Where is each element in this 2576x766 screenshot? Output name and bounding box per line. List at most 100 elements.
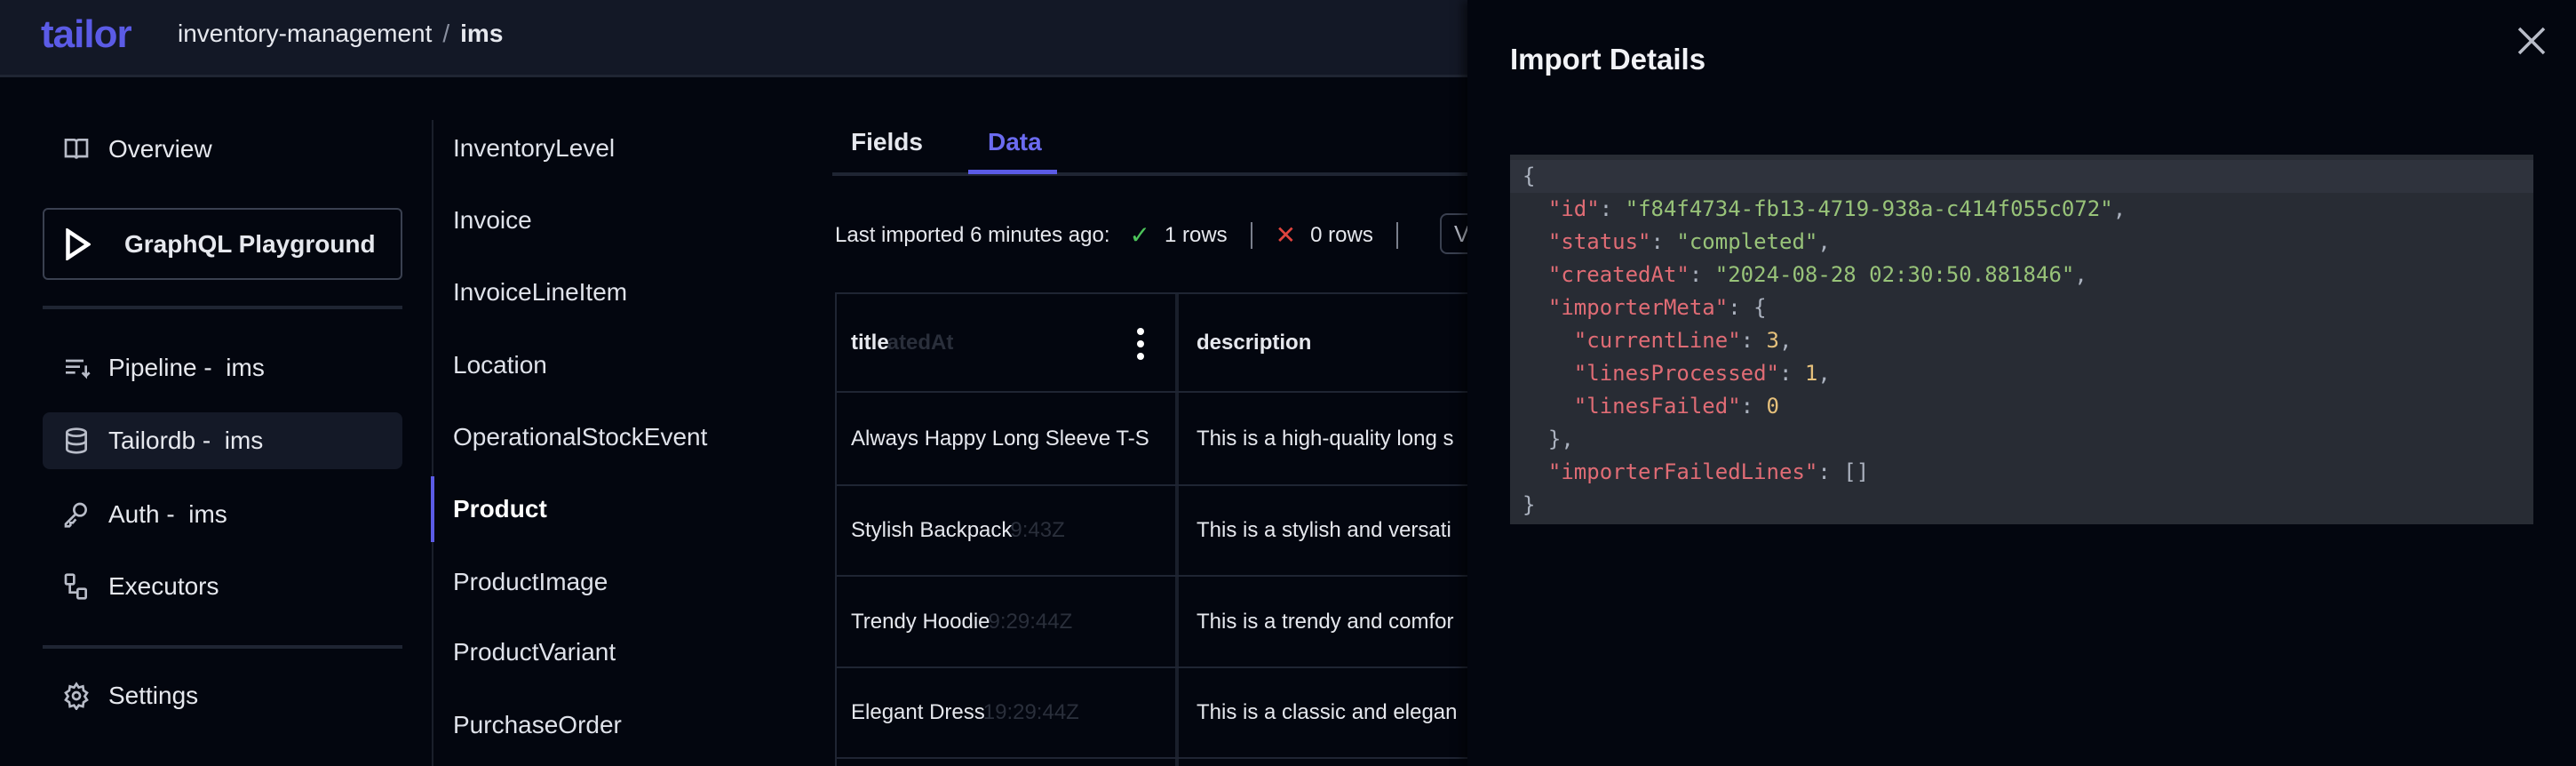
type-item-selected[interactable]: Product bbox=[453, 495, 547, 523]
breadcrumb-app[interactable]: ims bbox=[460, 20, 503, 47]
column-header-title[interactable]: title atedAt bbox=[837, 294, 1179, 391]
graphql-playground-button[interactable]: GraphQL Playground bbox=[43, 208, 402, 280]
cell-title: Always Happy Long Sleeve T-S bbox=[837, 393, 1179, 484]
cell-text: Elegant Dress bbox=[851, 700, 985, 724]
import-status-text: Last imported 6 minutes ago: bbox=[835, 222, 1110, 247]
sidebar-item-executors[interactable]: Executors bbox=[43, 558, 402, 615]
table-row[interactable]: Stylish Backpack 9:43Z This is a stylish … bbox=[837, 486, 1467, 577]
tailor-logo[interactable]: tailor bbox=[41, 12, 132, 57]
type-item[interactable]: ProductVariant bbox=[453, 638, 616, 666]
json-key: "id" bbox=[1547, 196, 1600, 221]
failed-count: 0 rows bbox=[1310, 222, 1373, 247]
ghost-text: 9:43Z bbox=[1010, 518, 1065, 542]
json-value: 3 bbox=[1766, 328, 1779, 353]
sidebar-item-label: Pipeline - ims bbox=[108, 354, 265, 381]
json-value: completed bbox=[1689, 229, 1805, 254]
type-item[interactable]: OperationalStockEvent bbox=[453, 423, 707, 451]
close-icon[interactable] bbox=[2514, 23, 2549, 59]
code-line: "status": "completed", bbox=[1547, 229, 1831, 254]
sidebar-item-label: Settings bbox=[108, 682, 199, 709]
ghost-text: atedAt bbox=[886, 330, 954, 355]
table-row[interactable]: Always Happy Long Sleeve T-S This is a h… bbox=[837, 393, 1467, 486]
json-key: "currentLine" bbox=[1573, 328, 1741, 353]
code-line: "createdAt": "2024-08-28 02:30:50.881846… bbox=[1547, 262, 2087, 287]
ghost-text: 19:29:44Z bbox=[982, 700, 1079, 724]
sidebar-item-settings[interactable]: Settings bbox=[43, 667, 402, 724]
column-header-description[interactable]: description bbox=[1182, 294, 1467, 391]
json-key: "createdAt" bbox=[1547, 262, 1690, 287]
sidebar-divider bbox=[43, 306, 402, 309]
panel-title: Import Details bbox=[1510, 43, 1706, 76]
pipeline-icon bbox=[66, 359, 91, 379]
type-list-border bbox=[432, 120, 433, 766]
json-value: [] bbox=[1843, 459, 1870, 484]
database-icon bbox=[66, 427, 87, 454]
view-button[interactable]: V bbox=[1440, 213, 1467, 254]
play-icon bbox=[66, 227, 91, 260]
type-item[interactable]: InventoryLevel bbox=[453, 134, 615, 163]
json-value: 2024-08-28 02:30:50.881846 bbox=[1728, 262, 2062, 287]
cell-title: Trendy Hoodie 9:29:44Z bbox=[837, 577, 1179, 666]
table-header-row: title atedAt description bbox=[837, 294, 1467, 393]
sidebar-item-label: Auth - ims bbox=[108, 500, 227, 528]
json-viewer: { "id": "f84f4734-fb13-4719-938a-c414f05… bbox=[1510, 155, 2533, 524]
type-item[interactable]: InvoiceLineItem bbox=[453, 278, 627, 307]
json-value: 0 bbox=[1766, 394, 1779, 419]
sidebar-item-overview[interactable]: Overview bbox=[43, 121, 402, 178]
sidebar-item-pipeline[interactable]: Pipeline - ims bbox=[43, 339, 402, 396]
table-row[interactable]: Elegant Dress 19:29:44Z This is a classic… bbox=[837, 668, 1467, 759]
type-item[interactable]: ProductImage bbox=[453, 568, 608, 596]
success-count: 1 rows bbox=[1164, 222, 1228, 247]
code-line: "linesFailed": 0 bbox=[1573, 394, 1779, 419]
table-row[interactable] bbox=[837, 759, 1467, 766]
code-line: } bbox=[1523, 492, 1536, 517]
code-line: "linesProcessed": 1, bbox=[1573, 361, 1831, 386]
breadcrumb-separator: / bbox=[442, 20, 450, 47]
json-key: "importerFailedLines" bbox=[1547, 459, 1818, 484]
code-line: "id": "f84f4734-fb13-4719-938a-c414f055c… bbox=[1547, 196, 2127, 221]
table-row[interactable]: Trendy Hoodie 9:29:44Z This is a trendy a… bbox=[837, 577, 1467, 668]
separator bbox=[1395, 221, 1398, 249]
sidebar-item-label: Overview bbox=[108, 135, 212, 163]
json-key: "status" bbox=[1547, 229, 1651, 254]
import-status: Last imported 6 minutes ago: ✓ 1 rows ✕ … bbox=[835, 220, 1421, 250]
cell-title: Stylish Backpack 9:43Z bbox=[837, 486, 1179, 575]
breadcrumb-workspace[interactable]: inventory-management bbox=[178, 20, 432, 47]
tab-data[interactable]: Data bbox=[988, 128, 1042, 156]
executors-icon bbox=[64, 573, 87, 600]
column-menu-icon[interactable] bbox=[1137, 328, 1146, 365]
sidebar-divider bbox=[43, 645, 402, 649]
code-line: "importerMeta": { bbox=[1547, 295, 1767, 320]
data-table: title atedAt description Always Happy Lon… bbox=[835, 292, 1467, 766]
code-line: "importerFailedLines": [] bbox=[1547, 459, 1870, 484]
cell-text: Stylish Backpack bbox=[851, 518, 1013, 542]
sidebar-item-label: Executors bbox=[108, 572, 219, 600]
ghost-text: 9:29:44Z bbox=[988, 609, 1073, 634]
cell-description: This is a trendy and comfor bbox=[1197, 609, 1454, 634]
code-line: "currentLine": 3, bbox=[1573, 328, 1793, 353]
header-label: title bbox=[851, 330, 889, 355]
x-icon: ✕ bbox=[1275, 221, 1297, 249]
selected-type-indicator bbox=[431, 476, 434, 542]
sidebar-item-label: Tailordb - ims bbox=[108, 427, 264, 454]
cell-text: Always Happy Long Sleeve T-S bbox=[851, 426, 1149, 451]
json-value: f84f4734-fb13-4719-938a-c414f055c072 bbox=[1638, 196, 2101, 221]
key-icon bbox=[64, 502, 87, 528]
json-key: "linesFailed" bbox=[1573, 394, 1741, 419]
type-item[interactable]: PurchaseOrder bbox=[453, 711, 622, 739]
type-item[interactable]: Location bbox=[453, 351, 547, 379]
sidebar-item-auth[interactable]: Auth - ims bbox=[43, 486, 402, 543]
tab-fields[interactable]: Fields bbox=[851, 128, 923, 156]
cell-description: This is a classic and elegan bbox=[1197, 700, 1458, 724]
cell-description: This is a stylish and versati bbox=[1197, 518, 1451, 542]
json-value: 1 bbox=[1804, 361, 1818, 386]
sidebar-item-tailordb[interactable]: Tailordb - ims bbox=[43, 412, 402, 469]
button-label: GraphQL Playground bbox=[124, 229, 376, 258]
cell-description: This is a high-quality long s bbox=[1197, 426, 1454, 451]
cell-title bbox=[837, 759, 1179, 766]
json-key: "importerMeta" bbox=[1547, 295, 1729, 320]
breadcrumb: inventory-management / ims bbox=[178, 20, 503, 48]
type-item[interactable]: Invoice bbox=[453, 206, 532, 235]
check-icon: ✓ bbox=[1129, 221, 1150, 249]
cell-description bbox=[1182, 759, 1467, 766]
